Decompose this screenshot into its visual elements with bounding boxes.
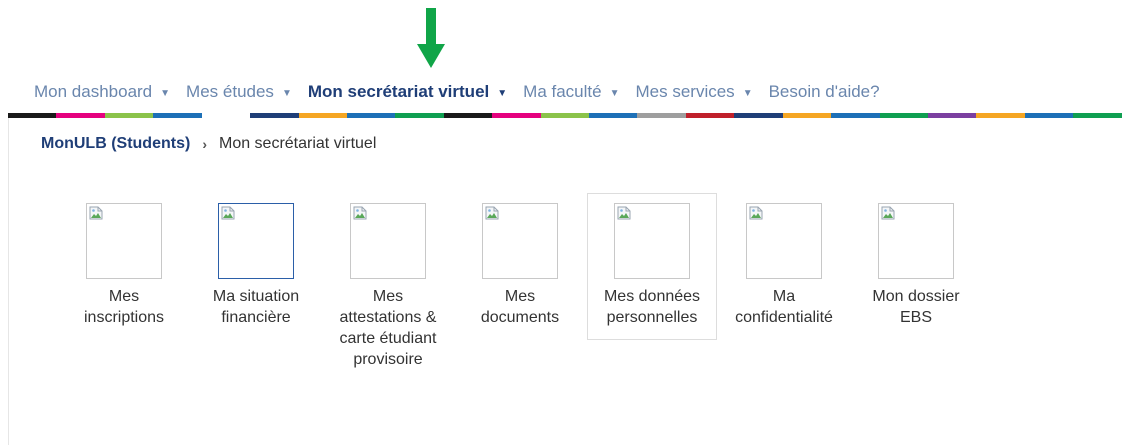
caret-down-icon: ▼ bbox=[497, 87, 508, 99]
tile-label: Ma confidentialité bbox=[735, 288, 833, 326]
color-stripe-segment bbox=[104, 113, 154, 118]
color-stripe-segment bbox=[443, 113, 493, 118]
color-stripe-segment bbox=[976, 113, 1025, 118]
nav-item-label: Mes services bbox=[635, 82, 735, 101]
broken-image-icon bbox=[878, 203, 954, 279]
color-stripe-segment bbox=[1073, 113, 1122, 118]
broken-image-glyph-icon bbox=[617, 206, 631, 220]
color-stripe-segment bbox=[734, 113, 783, 118]
tile-mes-documents[interactable]: Mes documents bbox=[455, 193, 585, 340]
tile-mes-attestations[interactable]: Mes attestations & carte étudiant provis… bbox=[323, 193, 453, 368]
tile-mes-donnees-personnelles[interactable]: Mes données personnelles bbox=[587, 193, 717, 340]
breadcrumb-separator: › bbox=[202, 136, 207, 152]
broken-image-glyph-icon bbox=[89, 206, 103, 220]
broken-image-icon bbox=[218, 203, 294, 279]
tile-label: Ma situation financière bbox=[212, 288, 300, 326]
color-stripe-segment bbox=[153, 113, 202, 118]
tile-label: Mes attestations & carte étudiant provis… bbox=[339, 288, 437, 368]
color-stripe-segment bbox=[1024, 113, 1074, 118]
broken-image-glyph-icon bbox=[353, 206, 367, 220]
caret-down-icon: ▼ bbox=[160, 87, 171, 99]
color-stripe-segment bbox=[782, 113, 832, 118]
main-nav: Mon dashboard ▼ Mes études ▼ Mon secréta… bbox=[34, 80, 896, 104]
tile-label: Mes inscriptions bbox=[83, 288, 165, 326]
tile-ma-confidentialite[interactable]: Ma confidentialité bbox=[719, 193, 849, 340]
breadcrumb-current: Mon secrétariat virtuel bbox=[218, 135, 377, 152]
caret-down-icon: ▼ bbox=[281, 87, 292, 99]
tile-label: Mon dossier EBS bbox=[872, 288, 960, 326]
broken-image-icon bbox=[746, 203, 822, 279]
color-stripe-segment bbox=[492, 113, 541, 118]
tile-mon-dossier-ebs[interactable]: Mon dossier EBS bbox=[851, 193, 981, 340]
broken-image-glyph-icon bbox=[881, 206, 895, 220]
color-stripe-segment bbox=[8, 113, 57, 118]
breadcrumb: MonULB (Students) › Mon secrétariat virt… bbox=[41, 135, 376, 153]
tile-label: Mes documents bbox=[480, 288, 560, 326]
broken-image-icon bbox=[86, 203, 162, 279]
caret-down-icon: ▼ bbox=[742, 87, 753, 99]
nav-item-label: Mes études bbox=[186, 82, 274, 101]
color-stripe-segment bbox=[831, 113, 880, 118]
color-stripe-segment bbox=[346, 113, 396, 118]
nav-item-ma-faculte[interactable]: Ma faculté ▼ bbox=[523, 82, 619, 102]
broken-image-icon bbox=[350, 203, 426, 279]
tile-ma-situation-financiere[interactable]: Ma situation financière bbox=[191, 193, 321, 340]
caret-down-icon: ▼ bbox=[609, 87, 620, 99]
color-stripe-segment bbox=[250, 113, 299, 118]
nav-item-label: Ma faculté bbox=[523, 82, 602, 101]
nav-color-stripe bbox=[8, 113, 1122, 118]
broken-image-icon bbox=[614, 203, 690, 279]
color-stripe-segment bbox=[298, 113, 347, 118]
color-stripe-segment bbox=[685, 113, 735, 118]
color-stripe-segment bbox=[56, 113, 105, 118]
color-stripe-segment bbox=[589, 113, 638, 118]
color-stripe-segment bbox=[201, 113, 251, 118]
broken-image-glyph-icon bbox=[749, 206, 763, 220]
color-stripe-segment bbox=[395, 113, 444, 118]
nav-item-label: Mon dashboard bbox=[34, 82, 153, 101]
top-band bbox=[0, 0, 1122, 50]
color-stripe-segment bbox=[928, 113, 977, 118]
broken-image-icon bbox=[482, 203, 558, 279]
tile-label: Mes données personnelles bbox=[603, 288, 701, 326]
color-stripe-segment bbox=[879, 113, 929, 118]
nav-item-label: Besoin d'aide? bbox=[768, 82, 880, 101]
broken-image-glyph-icon bbox=[485, 206, 499, 220]
nav-item-besoin-d-aide[interactable]: Besoin d'aide? bbox=[769, 82, 880, 102]
nav-item-mes-services[interactable]: Mes services ▼ bbox=[636, 82, 753, 102]
broken-image-glyph-icon bbox=[221, 206, 235, 220]
color-stripe-segment bbox=[637, 113, 686, 118]
color-stripe-segment bbox=[540, 113, 590, 118]
tile-mes-inscriptions[interactable]: Mes inscriptions bbox=[59, 193, 189, 340]
nav-item-label: Mon secrétariat virtuel bbox=[307, 82, 490, 101]
nav-item-mes-etudes[interactable]: Mes études ▼ bbox=[186, 82, 292, 102]
breadcrumb-root-link[interactable]: MonULB (Students) bbox=[41, 135, 190, 153]
nav-item-mon-dashboard[interactable]: Mon dashboard ▼ bbox=[34, 82, 170, 102]
annotation-down-arrow-icon bbox=[417, 8, 445, 68]
nav-item-mon-secretariat-virtuel[interactable]: Mon secrétariat virtuel ▼ bbox=[308, 82, 507, 102]
